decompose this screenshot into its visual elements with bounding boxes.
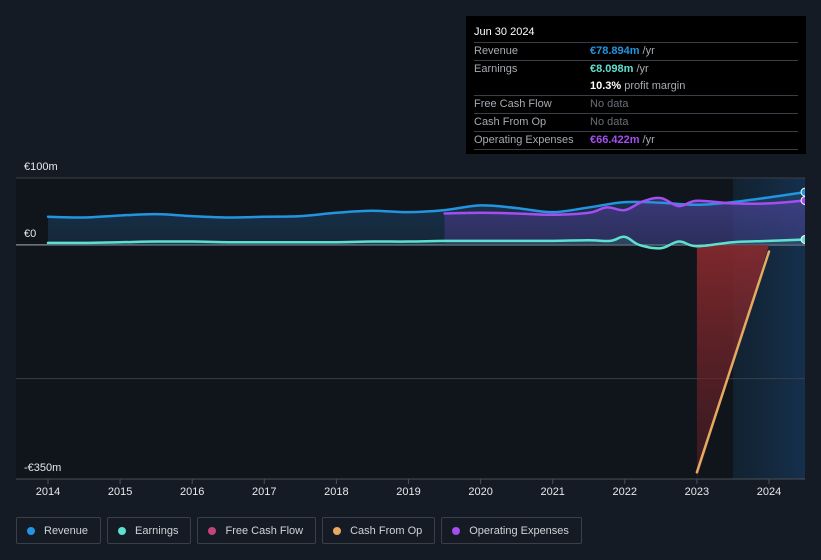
tooltip-row-revenue: Revenue €78.894m /yr [474, 42, 798, 60]
legend-label: Earnings [135, 524, 179, 537]
tooltip-row-operating-expenses: Operating Expenses €66.422m /yr [474, 131, 798, 150]
tooltip: Jun 30 2024 Revenue €78.894m /yr Earning… [466, 16, 806, 154]
tooltip-value: €66.422m [590, 134, 640, 146]
x-tick-label: 2023 [685, 486, 709, 498]
tooltip-value: €78.894m [590, 45, 640, 57]
tooltip-label [474, 78, 590, 95]
tooltip-label: Operating Expenses [474, 134, 574, 146]
cash-from-op-dot-icon [333, 526, 342, 535]
legend-label: Operating Expenses [469, 524, 569, 537]
legend-item-cash-from-op[interactable]: Cash From Op [322, 517, 436, 544]
y-tick-label: €0 [24, 228, 36, 240]
tooltip-label: Cash From Op [474, 116, 547, 128]
tooltip-label: Revenue [474, 45, 519, 57]
legend-item-free-cash-flow[interactable]: Free Cash Flow [197, 517, 317, 544]
tooltip-date: Jun 30 2024 [474, 26, 535, 38]
x-tick-label: 2014 [36, 486, 60, 498]
tooltip-value: €8.098m [590, 63, 634, 75]
tooltip-row-cash-from-op: Cash From Op No data [474, 113, 798, 131]
legend: Revenue Earnings Free Cash Flow Cash Fro… [16, 517, 582, 544]
x-tick-label: 2024 [757, 486, 781, 498]
operating-expenses-dot-icon [452, 526, 461, 535]
legend-label: Revenue [44, 524, 89, 537]
tooltip-value: No data [590, 98, 629, 110]
earnings-dot-icon [118, 526, 127, 535]
tooltip-row-earnings: Earnings €8.098m /yr [474, 60, 798, 78]
legend-label: Cash From Op [350, 524, 423, 537]
tooltip-row-free-cash-flow: Free Cash Flow No data [474, 95, 798, 113]
tooltip-label: Earnings [474, 63, 518, 75]
y-tick-label: -€350m [24, 462, 61, 474]
tooltip-row-profit-margin: 10.3% profit margin [474, 78, 798, 95]
x-tick-label: 2019 [396, 486, 420, 498]
x-tick-label: 2016 [180, 486, 204, 498]
x-tick-label: 2022 [613, 486, 637, 498]
y-tick-label: €100m [24, 161, 58, 173]
legend-label: Free Cash Flow [225, 524, 304, 537]
revenue-dot-icon [27, 526, 35, 535]
tooltip-unit: /yr [642, 134, 655, 146]
tooltip-unit: /yr [642, 45, 655, 57]
tooltip-value: 10.3% [590, 80, 622, 92]
legend-item-revenue[interactable]: Revenue [16, 517, 102, 544]
legend-item-earnings[interactable]: Earnings [107, 517, 192, 544]
tooltip-value: No data [590, 116, 629, 128]
x-tick-label: 2017 [252, 486, 276, 498]
tooltip-unit: /yr [636, 63, 649, 75]
legend-item-operating-expenses[interactable]: Operating Expenses [441, 517, 582, 544]
tooltip-unit: profit margin [624, 80, 686, 92]
x-tick-label: 2020 [468, 486, 492, 498]
x-tick-label: 2021 [540, 486, 564, 498]
free-cash-flow-dot-icon [208, 526, 217, 535]
tooltip-label: Free Cash Flow [474, 98, 552, 110]
x-tick-label: 2018 [324, 486, 348, 498]
x-tick-label: 2015 [108, 486, 132, 498]
plot-right-margin [805, 176, 821, 481]
